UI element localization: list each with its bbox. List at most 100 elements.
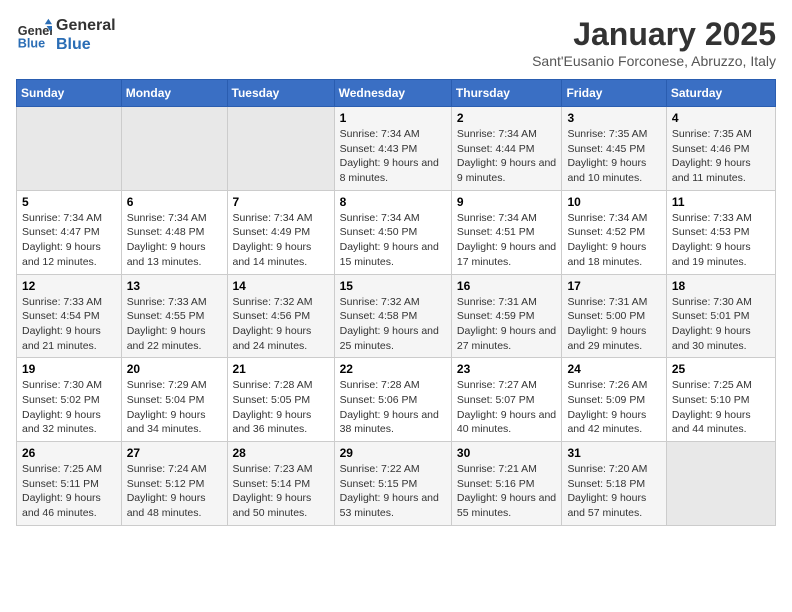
day-info: Sunrise: 7:34 AM Sunset: 4:52 PM Dayligh… [567, 211, 660, 270]
day-cell: 27 Sunrise: 7:24 AM Sunset: 5:12 PM Dayli… [121, 442, 227, 526]
day-number: 20 [127, 362, 222, 376]
day-number: 30 [457, 446, 557, 460]
week-row-2: 5Sunrise: 7:34 AM Sunset: 4:47 PM Daylig… [17, 190, 776, 274]
day-number: 25 [672, 362, 770, 376]
day-info: Sunrise: 7:34 AM Sunset: 4:48 PM Dayligh… [127, 211, 222, 270]
day-number: 9 [457, 195, 557, 209]
header-day-sunday: Sunday [17, 80, 122, 107]
location-subtitle: Sant'Eusanio Forconese, Abruzzo, Italy [532, 53, 776, 69]
day-number: 5 [22, 195, 116, 209]
calendar-body: 1 Sunrise: 7:34 AM Sunset: 4:43 PM Daylig… [17, 107, 776, 526]
day-cell: 9 Sunrise: 7:34 AM Sunset: 4:51 PM Daylig… [451, 190, 562, 274]
day-info: Sunrise: 7:34 AM Sunset: 4:51 PM Dayligh… [457, 211, 557, 270]
day-info: Sunrise: 7:24 AM Sunset: 5:12 PM Dayligh… [127, 462, 222, 521]
day-number: 26 [22, 446, 116, 460]
week-row-1: 1 Sunrise: 7:34 AM Sunset: 4:43 PM Daylig… [17, 107, 776, 191]
header-day-saturday: Saturday [666, 80, 775, 107]
day-cell: 30 Sunrise: 7:21 AM Sunset: 5:16 PM Dayli… [451, 442, 562, 526]
day-cell: 28 Sunrise: 7:23 AM Sunset: 5:14 PM Dayli… [227, 442, 334, 526]
day-cell: 23Sunrise: 7:27 AM Sunset: 5:07 PM Dayli… [451, 358, 562, 442]
day-info: Sunrise: 7:26 AM Sunset: 5:09 PM Dayligh… [567, 378, 660, 437]
header-day-thursday: Thursday [451, 80, 562, 107]
day-number: 28 [233, 446, 329, 460]
day-cell: 16Sunrise: 7:31 AM Sunset: 4:59 PM Dayli… [451, 274, 562, 358]
day-number: 18 [672, 279, 770, 293]
day-info: Sunrise: 7:32 AM Sunset: 4:56 PM Dayligh… [233, 295, 329, 354]
calendar-table: SundayMondayTuesdayWednesdayThursdayFrid… [16, 79, 776, 526]
logo-blue: Blue [56, 35, 116, 54]
day-number: 22 [340, 362, 446, 376]
day-number: 31 [567, 446, 660, 460]
day-info: Sunrise: 7:31 AM Sunset: 5:00 PM Dayligh… [567, 295, 660, 354]
day-info: Sunrise: 7:33 AM Sunset: 4:55 PM Dayligh… [127, 295, 222, 354]
day-number: 10 [567, 195, 660, 209]
logo-general: General [56, 16, 116, 35]
day-info: Sunrise: 7:34 AM Sunset: 4:43 PM Dayligh… [340, 127, 446, 186]
day-info: Sunrise: 7:31 AM Sunset: 4:59 PM Dayligh… [457, 295, 557, 354]
day-number: 27 [127, 446, 222, 460]
svg-text:Blue: Blue [18, 37, 45, 51]
day-info: Sunrise: 7:34 AM Sunset: 4:50 PM Dayligh… [340, 211, 446, 270]
day-number: 19 [22, 362, 116, 376]
day-number: 2 [457, 111, 557, 125]
day-number: 12 [22, 279, 116, 293]
day-info: Sunrise: 7:25 AM Sunset: 5:11 PM Dayligh… [22, 462, 116, 521]
day-number: 29 [340, 446, 446, 460]
day-info: Sunrise: 7:28 AM Sunset: 5:06 PM Dayligh… [340, 378, 446, 437]
day-number: 13 [127, 279, 222, 293]
day-number: 7 [233, 195, 329, 209]
day-number: 11 [672, 195, 770, 209]
day-cell: 25 Sunrise: 7:25 AM Sunset: 5:10 PM Dayli… [666, 358, 775, 442]
day-cell: 22 Sunrise: 7:28 AM Sunset: 5:06 PM Dayli… [334, 358, 451, 442]
day-cell: 11 Sunrise: 7:33 AM Sunset: 4:53 PM Dayli… [666, 190, 775, 274]
day-cell: 17 Sunrise: 7:31 AM Sunset: 5:00 PM Dayli… [562, 274, 666, 358]
page-header: General Blue General Blue January 2025 S… [16, 16, 776, 69]
day-info: Sunrise: 7:23 AM Sunset: 5:14 PM Dayligh… [233, 462, 329, 521]
header-day-wednesday: Wednesday [334, 80, 451, 107]
week-row-4: 19 Sunrise: 7:30 AM Sunset: 5:02 PM Dayli… [17, 358, 776, 442]
day-info: Sunrise: 7:29 AM Sunset: 5:04 PM Dayligh… [127, 378, 222, 437]
day-number: 14 [233, 279, 329, 293]
day-info: Sunrise: 7:30 AM Sunset: 5:01 PM Dayligh… [672, 295, 770, 354]
day-info: Sunrise: 7:30 AM Sunset: 5:02 PM Dayligh… [22, 378, 116, 437]
day-info: Sunrise: 7:33 AM Sunset: 4:53 PM Dayligh… [672, 211, 770, 270]
day-number: 6 [127, 195, 222, 209]
day-number: 4 [672, 111, 770, 125]
day-number: 8 [340, 195, 446, 209]
day-cell: 8 Sunrise: 7:34 AM Sunset: 4:50 PM Daylig… [334, 190, 451, 274]
day-cell: 4 Sunrise: 7:35 AM Sunset: 4:46 PM Daylig… [666, 107, 775, 191]
day-cell: 5Sunrise: 7:34 AM Sunset: 4:47 PM Daylig… [17, 190, 122, 274]
day-info: Sunrise: 7:32 AM Sunset: 4:58 PM Dayligh… [340, 295, 446, 354]
day-cell: 2 Sunrise: 7:34 AM Sunset: 4:44 PM Daylig… [451, 107, 562, 191]
day-number: 3 [567, 111, 660, 125]
day-cell [17, 107, 122, 191]
day-cell: 1 Sunrise: 7:34 AM Sunset: 4:43 PM Daylig… [334, 107, 451, 191]
day-cell: 13 Sunrise: 7:33 AM Sunset: 4:55 PM Dayli… [121, 274, 227, 358]
calendar-header: SundayMondayTuesdayWednesdayThursdayFrid… [17, 80, 776, 107]
day-info: Sunrise: 7:34 AM Sunset: 4:49 PM Dayligh… [233, 211, 329, 270]
title-block: January 2025 Sant'Eusanio Forconese, Abr… [532, 16, 776, 69]
header-day-tuesday: Tuesday [227, 80, 334, 107]
day-info: Sunrise: 7:25 AM Sunset: 5:10 PM Dayligh… [672, 378, 770, 437]
day-cell: 18 Sunrise: 7:30 AM Sunset: 5:01 PM Dayli… [666, 274, 775, 358]
week-row-5: 26 Sunrise: 7:25 AM Sunset: 5:11 PM Dayli… [17, 442, 776, 526]
day-info: Sunrise: 7:21 AM Sunset: 5:16 PM Dayligh… [457, 462, 557, 521]
day-number: 21 [233, 362, 329, 376]
day-cell: 24Sunrise: 7:26 AM Sunset: 5:09 PM Dayli… [562, 358, 666, 442]
header-day-friday: Friday [562, 80, 666, 107]
day-cell: 19 Sunrise: 7:30 AM Sunset: 5:02 PM Dayli… [17, 358, 122, 442]
logo-icon: General Blue [16, 17, 52, 53]
day-number: 17 [567, 279, 660, 293]
day-info: Sunrise: 7:22 AM Sunset: 5:15 PM Dayligh… [340, 462, 446, 521]
day-cell: 12Sunrise: 7:33 AM Sunset: 4:54 PM Dayli… [17, 274, 122, 358]
logo: General Blue General Blue [16, 16, 116, 54]
month-title: January 2025 [532, 16, 776, 53]
day-cell: 20 Sunrise: 7:29 AM Sunset: 5:04 PM Dayli… [121, 358, 227, 442]
day-info: Sunrise: 7:35 AM Sunset: 4:46 PM Dayligh… [672, 127, 770, 186]
day-cell: 15 Sunrise: 7:32 AM Sunset: 4:58 PM Dayli… [334, 274, 451, 358]
day-cell: 3Sunrise: 7:35 AM Sunset: 4:45 PM Daylig… [562, 107, 666, 191]
day-number: 15 [340, 279, 446, 293]
day-number: 1 [340, 111, 446, 125]
day-info: Sunrise: 7:34 AM Sunset: 4:44 PM Dayligh… [457, 127, 557, 186]
day-number: 23 [457, 362, 557, 376]
